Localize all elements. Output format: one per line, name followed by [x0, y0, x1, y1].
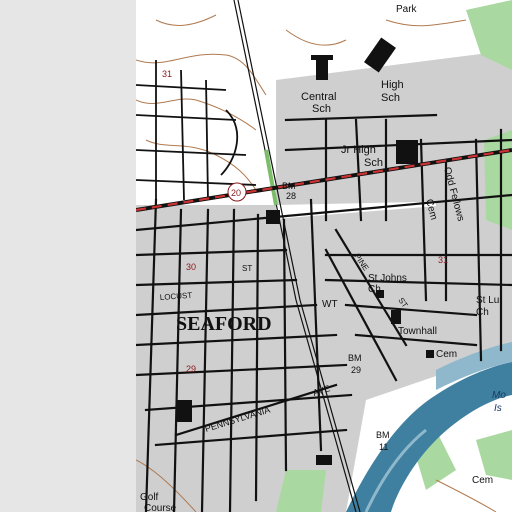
- water-tower-label: WT: [322, 299, 338, 310]
- map-viewport[interactable]: SEAFORD Park Central Sch High Sch Jr Hig…: [0, 0, 512, 512]
- high-sch-label-2: Sch: [381, 92, 400, 104]
- elevation-29: 29: [186, 364, 196, 374]
- course-label: Course: [144, 503, 177, 512]
- townhall-label: Townhall: [398, 326, 437, 337]
- is-label: Is: [494, 403, 502, 414]
- street-st-label: ST: [242, 264, 252, 273]
- map-margin: [0, 0, 136, 512]
- town-label: SEAFORD: [176, 313, 272, 335]
- central-sch-label-2: Sch: [312, 103, 331, 115]
- high-sch-label-1: High: [381, 79, 404, 91]
- jr-high-sch-label-1: Jr High: [341, 144, 376, 156]
- bm28-label-2: 28: [286, 191, 296, 201]
- st-luke-label-2: Ch: [476, 307, 489, 318]
- park-label: Park: [396, 4, 418, 15]
- route-20-shield: 20: [227, 182, 247, 202]
- route-20-label: 20: [231, 188, 241, 198]
- st-johns-label-1: St Johns: [368, 273, 407, 284]
- golf-label: Golf: [140, 492, 159, 503]
- elevation-31-top: 31: [162, 69, 172, 79]
- st-luke-label-1: St Lu: [476, 295, 499, 306]
- bm11-label-1: BM: [376, 430, 390, 440]
- cem-right-label: Cem: [436, 349, 457, 360]
- cem-bottom-label: Cem: [472, 475, 493, 486]
- jr-high-sch-label-2: Sch: [364, 157, 383, 169]
- elevation-30: 30: [186, 262, 196, 272]
- elevation-31-right: 31: [438, 255, 448, 265]
- mo-label: Mo: [492, 390, 506, 401]
- bm29-label-2: 29: [351, 365, 361, 375]
- central-sch-label-1: Central: [301, 91, 336, 103]
- topo-map-canvas: SEAFORD Park Central Sch High Sch Jr Hig…: [136, 0, 512, 512]
- bm11-label-2: 11: [379, 442, 388, 452]
- bm29-label-1: BM: [348, 353, 362, 363]
- bm28-label-1: BM: [282, 181, 296, 191]
- topo-map[interactable]: SEAFORD Park Central Sch High Sch Jr Hig…: [136, 0, 512, 512]
- st-johns-label-2: Ch: [368, 284, 381, 295]
